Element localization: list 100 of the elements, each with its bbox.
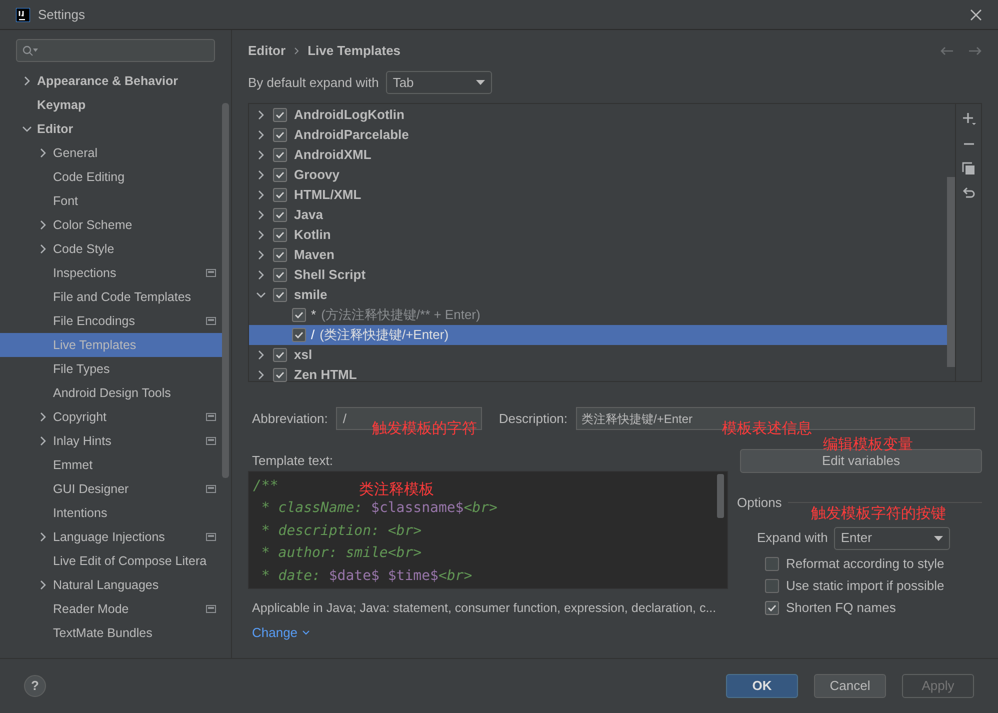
chevron-down-icon[interactable]: [22, 124, 32, 134]
template-group-row[interactable]: Shell Script: [249, 265, 947, 285]
field-label: Expand with: [757, 529, 828, 548]
chevron-right-icon[interactable]: [38, 148, 48, 158]
search-field[interactable]: [16, 39, 215, 62]
template-group-row[interactable]: Java: [249, 205, 947, 225]
template-abbreviation: *: [311, 306, 316, 324]
code-line: * className: $classname$<br>: [260, 499, 498, 518]
sidebar-item[interactable]: Inspections: [0, 261, 222, 285]
checkbox[interactable]: [765, 578, 779, 592]
template-group-row[interactable]: Kotlin: [249, 225, 947, 245]
sidebar-item[interactable]: General: [0, 141, 222, 165]
template-group-row[interactable]: AndroidXML: [249, 145, 947, 165]
scrollbar[interactable]: [717, 474, 724, 518]
sidebar-item[interactable]: Intentions: [0, 501, 222, 525]
checkbox[interactable]: [273, 188, 287, 202]
expand-with-dropdown[interactable]: Enter: [834, 526, 950, 550]
scrollbar[interactable]: [222, 103, 229, 478]
sidebar-item[interactable]: Font: [0, 189, 222, 213]
chevron-right-icon[interactable]: [38, 532, 48, 542]
template-group-row[interactable]: Maven: [249, 245, 947, 265]
sidebar-item[interactable]: Copyright: [0, 405, 222, 429]
checkbox[interactable]: [273, 148, 287, 162]
sidebar-item[interactable]: Emmet: [0, 453, 222, 477]
search-icon: [22, 44, 38, 56]
sidebar-item[interactable]: TextMate Bundles: [0, 621, 222, 645]
project-settings-icon: [206, 533, 216, 541]
project-settings-icon: [206, 605, 216, 613]
sidebar-item[interactable]: Android Design Tools: [0, 381, 222, 405]
sidebar-item[interactable]: File Types: [0, 357, 222, 381]
options-title: Options: [737, 494, 782, 512]
template-description: (类注释快捷键/+Enter): [320, 326, 449, 344]
checkbox[interactable]: [273, 108, 287, 122]
dialog-button[interactable]: OK: [726, 674, 798, 698]
checkbox[interactable]: [273, 368, 287, 382]
checkbox[interactable]: [273, 228, 287, 242]
template-group-row[interactable]: Zen HTML: [249, 365, 947, 385]
window-title: Settings: [38, 6, 85, 24]
template-group-row[interactable]: Groovy: [249, 165, 947, 185]
checkbox[interactable]: [273, 288, 287, 302]
sidebar-item[interactable]: File Encodings: [0, 309, 222, 333]
code-line: * description: <br>: [260, 522, 422, 541]
template-group-row[interactable]: HTML/XML: [249, 185, 947, 205]
sidebar-item[interactable]: GUI Designer: [0, 477, 222, 501]
template-group-row[interactable]: smile: [249, 285, 947, 305]
add-icon[interactable]: [962, 112, 976, 126]
sidebar-item[interactable]: Natural Languages: [0, 573, 222, 597]
sidebar-item[interactable]: Reader Mode: [0, 597, 222, 621]
chevron-down-icon[interactable]: [256, 290, 266, 300]
template-group-row[interactable]: xsl: [249, 345, 947, 365]
chevron-right-icon[interactable]: [38, 244, 48, 254]
checkbox[interactable]: [273, 168, 287, 182]
applicable-contexts-text: Applicable in Java; Java: statement, consumer function, expression, declaration, c...: [252, 600, 718, 617]
dropdown-arrow-icon: [476, 80, 485, 85]
sidebar-item[interactable]: Live Edit of Compose Litera: [0, 549, 222, 573]
field-label: Template text:: [252, 452, 333, 470]
checkbox[interactable]: [273, 208, 287, 222]
dialog-button[interactable]: Cancel: [814, 674, 886, 698]
project-settings-icon: [206, 413, 216, 421]
chevron-right-icon[interactable]: [38, 412, 48, 422]
checkbox[interactable]: [292, 308, 306, 322]
template-row[interactable]: * (方法注释快捷键/** + Enter): [249, 305, 947, 325]
chevron-right-icon[interactable]: [38, 220, 48, 230]
code-line: * author: smile<br>: [260, 544, 422, 564]
template-group-row[interactable]: AndroidParcelable: [249, 125, 947, 145]
scrollbar[interactable]: [947, 177, 955, 367]
annotation-text: 类注释模板: [359, 480, 434, 500]
help-button[interactable]: ?: [24, 675, 46, 697]
sidebar-item[interactable]: Appearance & Behavior: [0, 69, 222, 93]
sidebar-item[interactable]: Language Injections: [0, 525, 222, 549]
template-group-row[interactable]: AndroidLogKotlin: [249, 105, 947, 125]
chevron-right-icon[interactable]: [22, 76, 32, 86]
sidebar-item[interactable]: Code Editing: [0, 165, 222, 189]
chevron-right-icon[interactable]: [38, 436, 48, 446]
checkbox[interactable]: [273, 348, 287, 362]
chevron-right-icon[interactable]: [38, 580, 48, 590]
template-row[interactable]: / (类注释快捷键/+Enter): [249, 325, 947, 345]
checkbox[interactable]: [292, 328, 306, 342]
sidebar-item[interactable]: Editor: [0, 117, 222, 141]
sidebar-item[interactable]: Code Style: [0, 237, 222, 261]
checkbox[interactable]: [765, 556, 779, 570]
project-settings-icon: [206, 269, 216, 277]
sidebar-item[interactable]: File and Code Templates: [0, 285, 222, 309]
expand-dropdown[interactable]: Tab: [386, 71, 492, 94]
copy-icon[interactable]: [962, 162, 975, 175]
code-line: /**: [252, 477, 278, 496]
breadcrumb-item[interactable]: Editor: [248, 41, 286, 61]
checkbox[interactable]: [273, 128, 287, 142]
checkbox[interactable]: [273, 268, 287, 282]
dropdown-arrow-icon: [934, 536, 943, 540]
undo-icon[interactable]: [962, 187, 975, 199]
close-icon[interactable]: [970, 8, 982, 20]
sidebar-item[interactable]: Keymap: [0, 93, 222, 117]
field-label: By default expand with: [248, 74, 379, 92]
sidebar-item[interactable]: Inlay Hints: [0, 429, 222, 453]
change-link[interactable]: Change: [252, 622, 310, 642]
chevron-right-icon: [294, 47, 300, 55]
checkbox[interactable]: [765, 600, 779, 614]
checkbox[interactable]: [273, 248, 287, 262]
sidebar-item[interactable]: Color Scheme: [0, 213, 222, 237]
